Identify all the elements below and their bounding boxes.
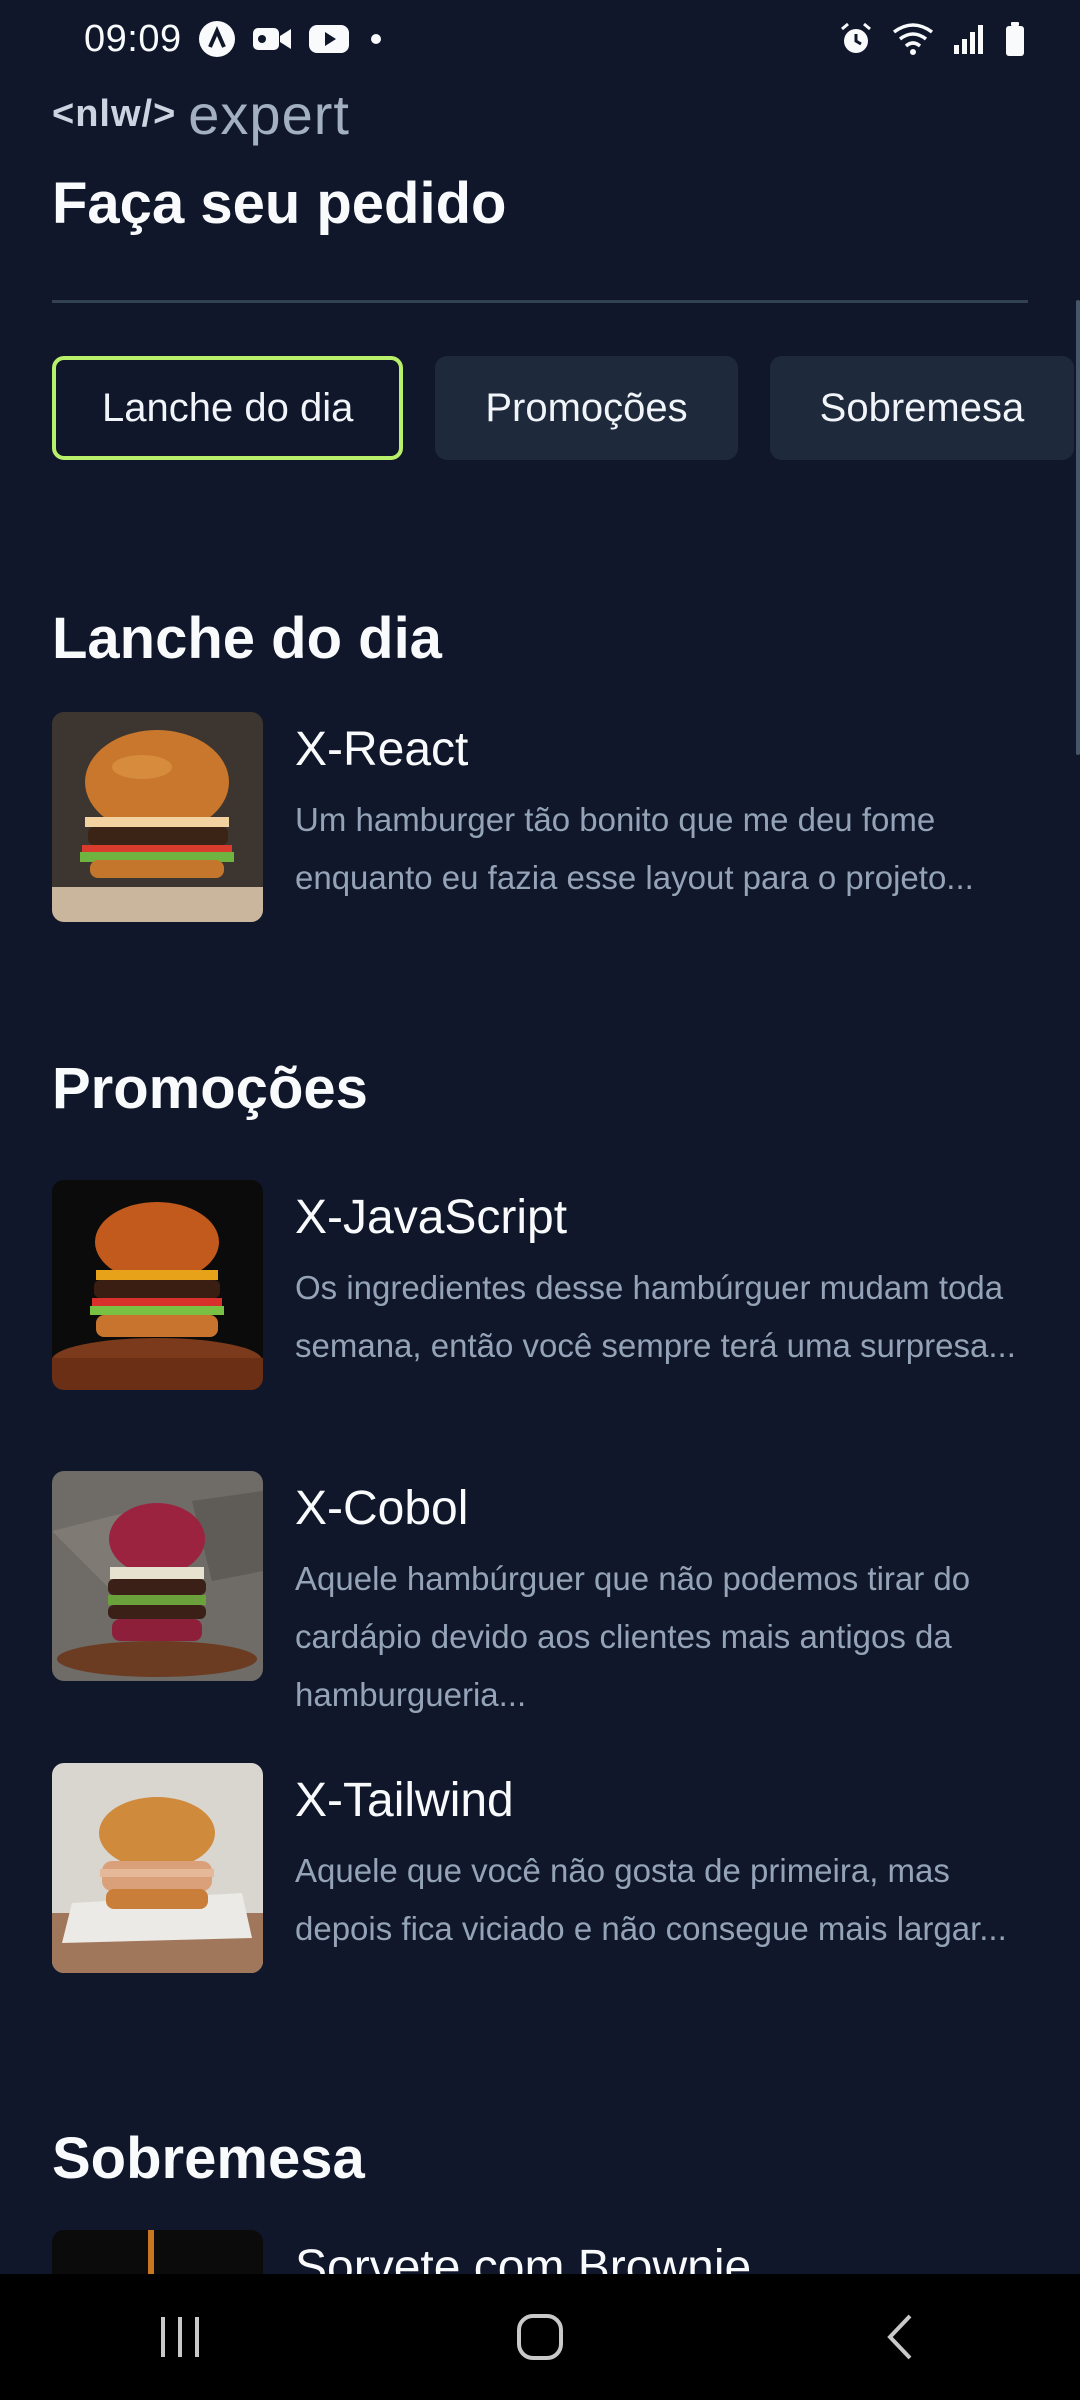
item-text: X-React Um hamburger tão bonito que me d…	[295, 712, 1028, 922]
status-right	[838, 21, 1026, 57]
system-nav-bar	[0, 2274, 1080, 2400]
item-text: X-Tailwind Aquele que você não gosta de …	[295, 1763, 1028, 1973]
section-title: Sobremesa	[52, 2126, 365, 2191]
item-title: Sorvete com Brownie	[295, 2241, 752, 2274]
battery-icon	[1004, 21, 1026, 57]
recent-apps-button[interactable]	[120, 2297, 240, 2377]
section-promocoes: Promoções X-JavaScript Os ingredientes d…	[52, 1055, 1028, 1973]
video-camera-icon	[252, 24, 292, 54]
tab-lanche-do-dia[interactable]: Lanche do dia	[52, 356, 404, 460]
item-title: X-Cobol	[295, 1482, 469, 1535]
wifi-icon	[892, 22, 934, 56]
item-title: X-JavaScript	[295, 1191, 568, 1244]
item-text: Sorvete com Brownie	[295, 2230, 1028, 2274]
item-description: Um hamburger tão bonito que me deu fome …	[295, 801, 974, 896]
item-text: X-Cobol Aquele hambúrguer que não podemo…	[295, 1471, 1028, 1724]
home-button[interactable]	[480, 2297, 600, 2377]
tab-promocoes[interactable]: Promoções	[435, 356, 738, 460]
item-description: Os ingredientes desse hambúrguer mudam t…	[295, 1269, 1016, 1364]
category-tabs: Lanche do dia Promoções Sobremesa	[52, 356, 1080, 460]
menu-item-x-tailwind[interactable]: X-Tailwind Aquele que você não gosta de …	[52, 1763, 1028, 1973]
menu-item-x-javascript[interactable]: X-JavaScript Os ingredientes desse hambú…	[52, 1180, 1028, 1390]
item-text: X-JavaScript Os ingredientes desse hambú…	[295, 1180, 1028, 1390]
home-icon	[517, 2314, 563, 2360]
page-title: Faça seu pedido	[52, 171, 507, 236]
dessert-image	[52, 2230, 263, 2274]
burger-image	[52, 1471, 263, 1681]
scroll-indicator	[1076, 300, 1080, 755]
burger-image	[52, 1180, 263, 1390]
item-description: Aquele que você não gosta de primeira, m…	[295, 1852, 1007, 1947]
status-time: 09:09	[84, 17, 182, 60]
recent-apps-icon	[161, 2317, 199, 2357]
section-sobremesa: Sobremesa Sorvete com Brownie	[52, 2125, 1028, 2274]
burger-image	[52, 712, 263, 922]
menu-item-x-react[interactable]: X-React Um hamburger tão bonito que me d…	[52, 712, 1028, 922]
section-lanche-do-dia: Lanche do dia X-React Um hamburger tão b…	[52, 605, 1028, 922]
back-icon	[887, 2314, 912, 2360]
menu-item-sorvete-com-brownie[interactable]: Sorvete com Brownie	[52, 2230, 1028, 2274]
item-title: X-Tailwind	[295, 1774, 514, 1827]
item-description: Aquele hambúrguer que não podemos tirar …	[295, 1560, 971, 1713]
signal-icon	[952, 23, 986, 55]
tab-sobremesa[interactable]: Sobremesa	[769, 356, 1075, 460]
menu-item-x-cobol[interactable]: X-Cobol Aquele hambúrguer que não podemo…	[52, 1471, 1028, 1724]
section-title: Lanche do dia	[52, 606, 442, 671]
status-bar: 09:09	[0, 0, 1080, 78]
section-title: Promoções	[52, 1056, 368, 1121]
burger-image	[52, 1763, 263, 1973]
youtube-icon	[308, 24, 350, 54]
brand-expert: expert	[188, 82, 350, 146]
brand-nlw: <nlw/>	[52, 92, 177, 135]
brand-logo: <nlw/> expert	[52, 82, 350, 146]
divider	[52, 300, 1028, 303]
a-badge-icon	[198, 20, 236, 58]
notification-dot-icon	[366, 29, 386, 49]
item-title: X-React	[295, 723, 469, 776]
back-button[interactable]	[840, 2297, 960, 2377]
status-left: 09:09	[84, 18, 386, 61]
alarm-icon	[838, 21, 874, 57]
